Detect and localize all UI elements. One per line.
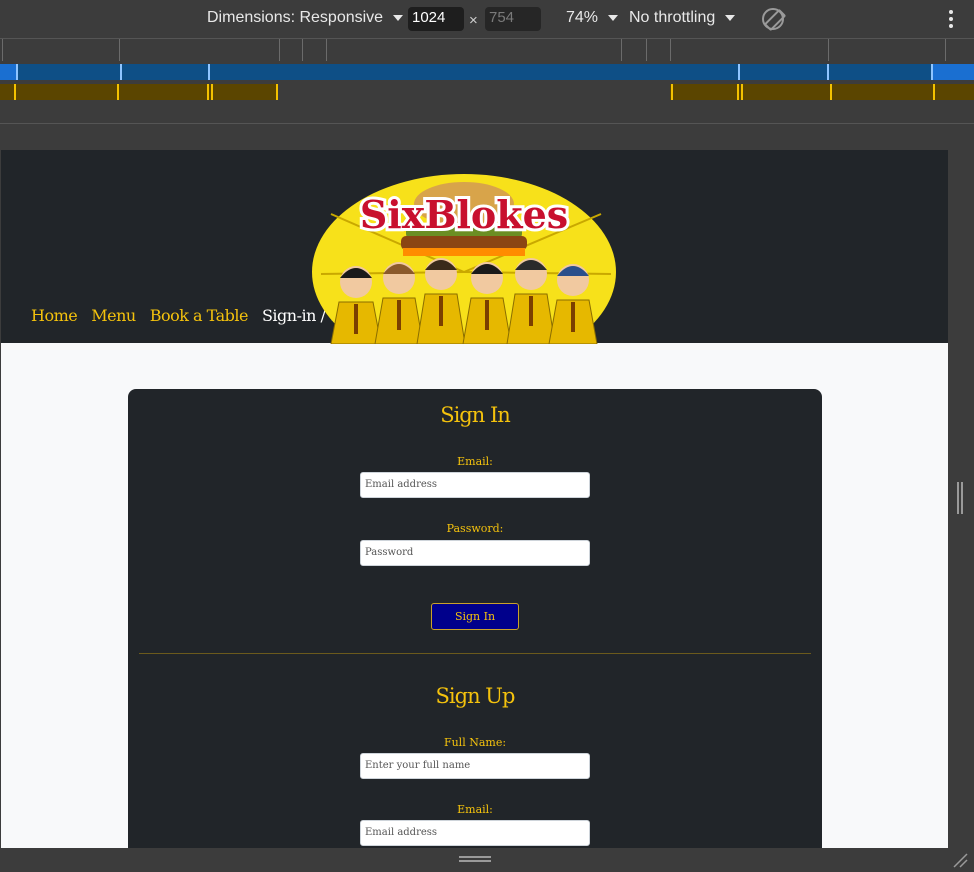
zoom-label: 74% [566,9,599,26]
svg-text:SixBlokes: SixBlokes [360,192,568,237]
throttle-label: No throttling [629,9,716,26]
width-input[interactable]: 1024 [408,7,464,31]
signin-password-label: Password: [446,522,504,535]
times-symbol: × [469,12,478,29]
signin-email-label: Email: [457,455,493,468]
nav-home[interactable]: Home [31,306,78,325]
signin-heading: Sign In [440,403,511,427]
nav-menu[interactable]: Menu [91,306,136,325]
emulated-viewport: Home Menu Book a Table Sign-in / Sign-up… [1,150,948,848]
signin-email-input[interactable]: Email address [360,472,590,498]
viewport-width-resize-handle[interactable] [957,482,963,514]
signup-fullname-input[interactable]: Enter your full name [360,753,590,779]
signup-email-label: Email: [457,803,493,816]
resize-handle-icon[interactable] [952,852,968,868]
viewport-height-resize-handle[interactable] [459,856,491,862]
media-query-segment[interactable] [0,64,16,80]
media-query-segment[interactable] [933,64,974,80]
chevron-down-icon [725,15,736,21]
logo-image: SixBlokes SixBlokes [312,174,616,344]
nav-book-a-table[interactable]: Book a Table [150,306,249,325]
section-divider [139,653,811,654]
site-header: Home Menu Book a Table Sign-in / Sign-up… [1,150,948,344]
auth-card: Sign In Email: Email address Password: P… [128,389,822,848]
site-logo[interactable]: SixBlokes SixBlokes [311,174,617,344]
throttle-dropdown[interactable]: No throttling [629,9,736,27]
chevron-down-icon [393,15,404,21]
more-options-icon[interactable] [948,10,954,30]
signup-fullname-label: Full Name: [443,736,507,749]
signin-button[interactable]: Sign In [431,603,519,630]
dimensions-label: Dimensions: Responsive [207,9,384,26]
signin-password-input[interactable]: Password [360,540,590,566]
rotate-icon[interactable] [762,8,784,30]
zoom-dropdown[interactable]: 74% [566,9,619,27]
device-ruler [0,38,974,61]
height-input[interactable]: 754 [485,7,541,31]
devtools-toolbar: Dimensions: Responsive 1024 × 754 74% No… [0,0,974,38]
signup-email-input[interactable]: Email address [360,820,590,846]
signup-heading: Sign Up [435,684,516,708]
chevron-down-icon [608,15,619,21]
dimensions-dropdown[interactable]: Dimensions: Responsive [207,9,404,27]
